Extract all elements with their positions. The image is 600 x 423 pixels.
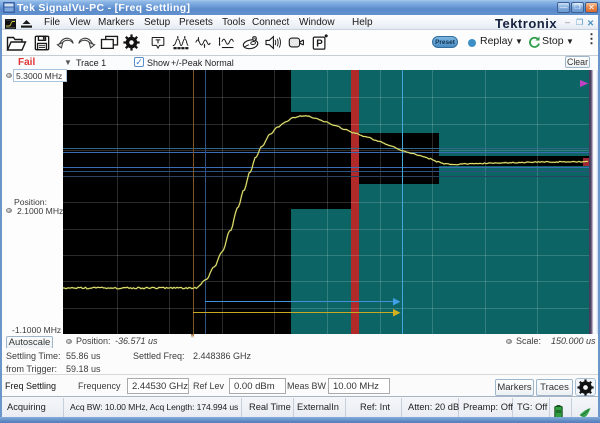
svg-text:N: N bbox=[253, 36, 256, 41]
svg-text:P: P bbox=[316, 39, 323, 50]
